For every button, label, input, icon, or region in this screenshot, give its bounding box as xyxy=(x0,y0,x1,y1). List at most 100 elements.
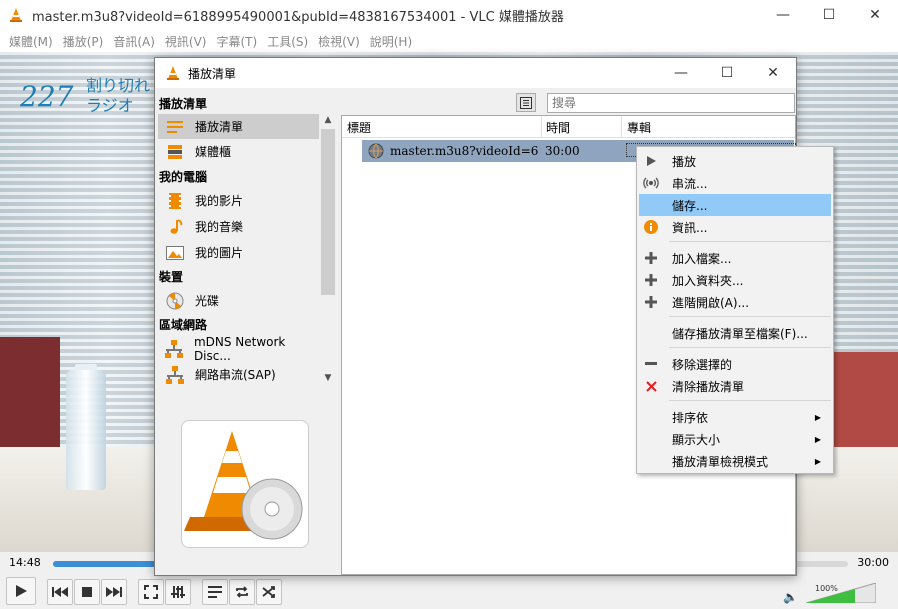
sidebar-item-label: 播放清單 xyxy=(195,120,244,134)
shuffle-button[interactable] xyxy=(256,579,282,605)
column-divider[interactable] xyxy=(541,116,542,138)
submenu-arrow-icon: ▶ xyxy=(814,412,821,422)
menu-separator xyxy=(669,400,831,401)
menu-tools[interactable]: 工具(S) xyxy=(262,33,313,50)
video-bottle xyxy=(66,370,106,490)
extended-settings-button[interactable] xyxy=(165,579,191,605)
equalizer-icon xyxy=(171,586,185,598)
menu-item-save-playlist[interactable]: 儲存播放清單至檔案(F)... xyxy=(639,322,831,344)
volume-slider[interactable] xyxy=(806,583,876,603)
submenu-arrow-icon: ▶ xyxy=(814,456,821,466)
playlist-maximize-button[interactable]: ☐ xyxy=(704,58,750,88)
menu-media[interactable]: 媒體(M) xyxy=(4,33,58,50)
playlist-titlebar: 播放清單 — ☐ ✕ xyxy=(155,58,796,88)
toggle-playlist-button[interactable] xyxy=(202,579,228,605)
menu-item-label: 播放清單檢視模式 xyxy=(672,454,769,469)
fullscreen-icon xyxy=(144,585,158,599)
vlc-cone-icon xyxy=(167,66,179,80)
menu-item-add-file[interactable]: 加入檔案... xyxy=(639,247,831,269)
sidebar-item-disc[interactable]: 光碟 xyxy=(158,288,319,313)
album-art xyxy=(181,420,309,548)
scrollbar-thumb[interactable] xyxy=(321,129,335,295)
play-icon xyxy=(643,153,659,169)
next-icon xyxy=(106,587,122,597)
minimize-button[interactable]: — xyxy=(760,0,806,30)
menu-help[interactable]: 說明(H) xyxy=(365,33,417,50)
menu-item-play[interactable]: 播放 xyxy=(639,150,831,172)
menu-audio[interactable]: 音訊(A) xyxy=(108,33,160,50)
sidebar-heading-devices: 裝置 xyxy=(159,270,184,284)
view-mode-button[interactable] xyxy=(516,93,536,112)
context-menu: 播放 串流... 儲存... 資訊... 加入檔案... 加入資料夾... 進階… xyxy=(636,146,834,474)
loop-icon xyxy=(236,586,248,598)
next-button[interactable] xyxy=(101,579,127,605)
sidebar-item-sap[interactable]: 網路串流(SAP) xyxy=(158,362,319,387)
sidebar-heading-network: 區域網路 xyxy=(159,318,208,332)
menu-separator xyxy=(669,347,831,348)
menu-item-stream[interactable]: 串流... xyxy=(639,172,831,194)
previous-button[interactable] xyxy=(47,579,73,605)
menu-item-save[interactable]: 儲存... xyxy=(639,194,831,216)
column-album[interactable]: 專輯 xyxy=(627,119,651,136)
fullscreen-button[interactable] xyxy=(138,579,164,605)
network-stream-icon xyxy=(368,143,384,159)
play-button[interactable] xyxy=(6,577,36,605)
menu-item-display-size[interactable]: 顯示大小 ▶ xyxy=(639,428,831,450)
volume-speaker-icon[interactable]: 🔈 xyxy=(783,590,798,604)
elapsed-time: 14:48 xyxy=(9,556,41,569)
playlist-icon xyxy=(208,586,222,598)
sidebar-item-playlist[interactable]: 播放清單 xyxy=(158,114,319,139)
sidebar-scrollbar[interactable]: ▲ ▼ xyxy=(320,115,336,387)
menu-item-label: 加入資料夾... xyxy=(672,273,744,288)
minus-icon xyxy=(643,356,659,372)
menu-item-sort-by[interactable]: 排序依 ▶ xyxy=(639,406,831,428)
menu-item-add-folder[interactable]: 加入資料夾... xyxy=(639,269,831,291)
sidebar-item-my-videos[interactable]: 我的影片 xyxy=(158,188,319,213)
network-icon xyxy=(165,365,185,385)
play-icon xyxy=(16,585,27,597)
close-button[interactable]: ✕ xyxy=(852,0,898,30)
sidebar-item-label: 我的圖片 xyxy=(195,246,244,260)
playlist-dialog-title: 播放清單 xyxy=(188,66,237,81)
film-icon xyxy=(165,191,185,211)
menu-item-view-mode[interactable]: 播放清單檢視模式 ▶ xyxy=(639,450,831,472)
playlist-close-button[interactable]: ✕ xyxy=(750,58,796,88)
scroll-down-icon[interactable]: ▼ xyxy=(320,373,336,387)
loop-button[interactable] xyxy=(229,579,255,605)
column-divider[interactable] xyxy=(621,116,622,138)
column-time[interactable]: 時間 xyxy=(546,119,570,136)
sidebar-item-my-music[interactable]: 我的音樂 xyxy=(158,214,319,239)
sidebar-heading-playlist: 播放清單 xyxy=(159,97,208,111)
playlist-minimize-button[interactable]: — xyxy=(658,58,704,88)
network-icon xyxy=(165,339,184,359)
menu-item-label: 串流... xyxy=(672,176,708,191)
menu-item-clear-playlist[interactable]: 清除播放清單 xyxy=(639,375,831,397)
table-header: 標題 時間 專輯 xyxy=(342,116,795,138)
menu-item-advanced-open[interactable]: 進階開啟(A)... xyxy=(639,291,831,313)
sidebar-item-label: 光碟 xyxy=(195,294,220,308)
shuffle-icon xyxy=(262,586,275,598)
menu-subtitle[interactable]: 字幕(T) xyxy=(211,33,262,50)
menu-item-info[interactable]: 資訊... xyxy=(639,216,831,238)
search-input[interactable] xyxy=(547,93,795,113)
stop-button[interactable] xyxy=(74,579,100,605)
maximize-button[interactable]: ☐ xyxy=(806,0,852,30)
menu-item-remove-selected[interactable]: 移除選擇的 xyxy=(639,353,831,375)
scroll-up-icon[interactable]: ▲ xyxy=(320,115,336,129)
sidebar-item-label: 我的音樂 xyxy=(195,220,244,234)
playlist-toolbar xyxy=(341,93,795,115)
plus-icon xyxy=(643,272,659,288)
menu-playback[interactable]: 播放(P) xyxy=(58,33,109,50)
row-time: 30:00 xyxy=(545,144,580,158)
sidebar-item-mdns[interactable]: mDNS Network Disc... xyxy=(158,335,319,363)
column-title[interactable]: 標題 xyxy=(347,119,371,136)
menu-view[interactable]: 檢視(V) xyxy=(313,33,365,50)
picture-icon xyxy=(165,243,185,263)
playlist-lines-icon xyxy=(165,117,185,137)
disc-icon xyxy=(165,291,185,311)
sidebar-item-label: 我的影片 xyxy=(195,194,244,208)
menu-video[interactable]: 視訊(V) xyxy=(160,33,212,50)
menu-item-label: 移除選擇的 xyxy=(672,357,733,372)
sidebar-item-media-library[interactable]: 媒體櫃 xyxy=(158,139,319,164)
sidebar-item-my-pictures[interactable]: 我的圖片 xyxy=(158,240,319,265)
